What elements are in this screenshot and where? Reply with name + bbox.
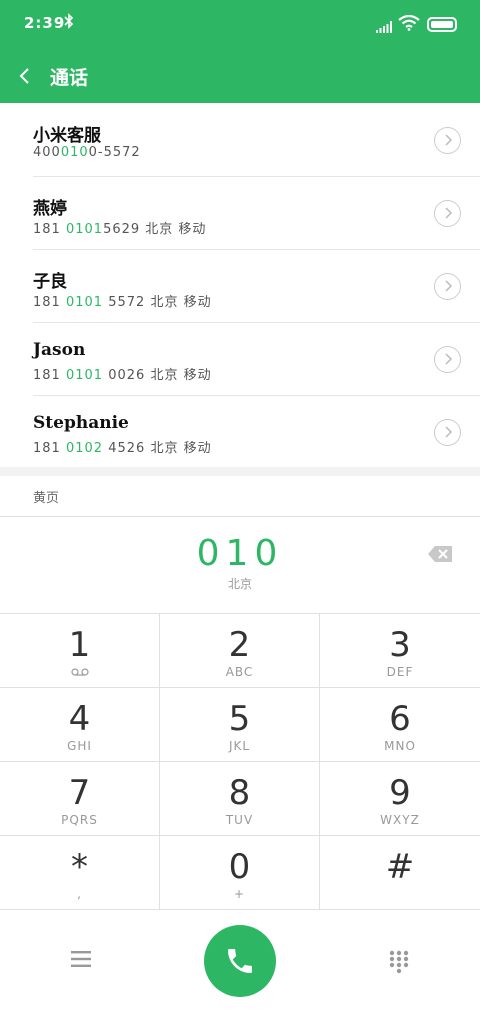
key-4[interactable]: 4 GHI	[0, 688, 160, 762]
voicemail-icon	[0, 665, 159, 679]
app-header: 2:39 通话	[0, 0, 480, 103]
status-time: 2:39	[24, 14, 66, 32]
contact-detail-chevron-icon[interactable]	[434, 127, 461, 154]
nav-bar: 通话	[0, 50, 480, 103]
contact-name: Jason	[33, 340, 86, 360]
contact-number: 181 0102 4526 北京 移动	[33, 441, 212, 456]
contact-detail-chevron-icon[interactable]	[434, 346, 461, 373]
status-bar: 2:39	[0, 0, 480, 50]
key-star[interactable]: * ,	[0, 836, 160, 910]
contact-name: 小米客服	[33, 126, 101, 146]
contact-name: 子良	[33, 272, 67, 292]
contact-name: Stephanie	[33, 413, 129, 433]
contact-number: 181 0101 5572 北京 移动	[33, 295, 212, 310]
contact-detail-chevron-icon[interactable]	[434, 273, 461, 300]
contact-row[interactable]: 燕婷 181 01015629 北京 移动	[0, 177, 480, 250]
contact-name: 燕婷	[33, 199, 67, 219]
key-0[interactable]: 0 +	[160, 836, 320, 910]
contact-detail-chevron-icon[interactable]	[434, 200, 461, 227]
key-6[interactable]: 6 MNO	[320, 688, 480, 762]
contact-row[interactable]: Jason 181 0101 0026 北京 移动	[0, 323, 480, 396]
key-5[interactable]: 5 JKL	[160, 688, 320, 762]
key-hash[interactable]: #	[320, 836, 480, 910]
contact-number: 181 0101 0026 北京 移动	[33, 368, 212, 383]
section-gap	[0, 467, 480, 476]
number-location: 北京	[227, 577, 252, 591]
bluetooth-icon	[64, 13, 74, 33]
key-9[interactable]: 9 WXYZ	[320, 762, 480, 836]
contact-row[interactable]: Stephanie 181 0102 4526 北京 移动	[0, 396, 480, 469]
dialed-number: 010	[196, 533, 284, 574]
dial-display: 010 北京	[0, 517, 480, 614]
menu-icon[interactable]	[71, 950, 91, 968]
yellow-pages-label: 黄页	[33, 491, 60, 506]
dial-keypad: 1 2 ABC 3 DEF 4 GHI 5 JKL 6 MNO 7 PQRS 8…	[0, 614, 480, 910]
cell-signal-icon	[376, 18, 392, 33]
dialpad-toggle-icon[interactable]	[389, 950, 409, 974]
bottom-action-bar	[0, 910, 480, 1013]
yellow-pages-link[interactable]: 黄页	[0, 476, 480, 517]
key-3[interactable]: 3 DEF	[320, 614, 480, 688]
key-8[interactable]: 8 TUV	[160, 762, 320, 836]
call-button[interactable]	[204, 925, 276, 997]
key-1[interactable]: 1	[0, 614, 160, 688]
contact-row[interactable]: 小米客服 4000100-5572	[0, 104, 480, 177]
back-arrow-icon[interactable]	[16, 63, 36, 89]
key-7[interactable]: 7 PQRS	[0, 762, 160, 836]
phone-icon	[228, 949, 252, 973]
page-title: 通话	[50, 67, 89, 89]
battery-icon	[427, 17, 457, 32]
backspace-icon[interactable]	[428, 546, 452, 562]
contact-number: 181 01015629 北京 移动	[33, 222, 207, 237]
key-2[interactable]: 2 ABC	[160, 614, 320, 688]
contact-row[interactable]: 子良 181 0101 5572 北京 移动	[0, 250, 480, 323]
contact-detail-chevron-icon[interactable]	[434, 419, 461, 446]
wifi-icon	[398, 14, 420, 31]
contact-number: 4000100-5572	[33, 145, 141, 160]
